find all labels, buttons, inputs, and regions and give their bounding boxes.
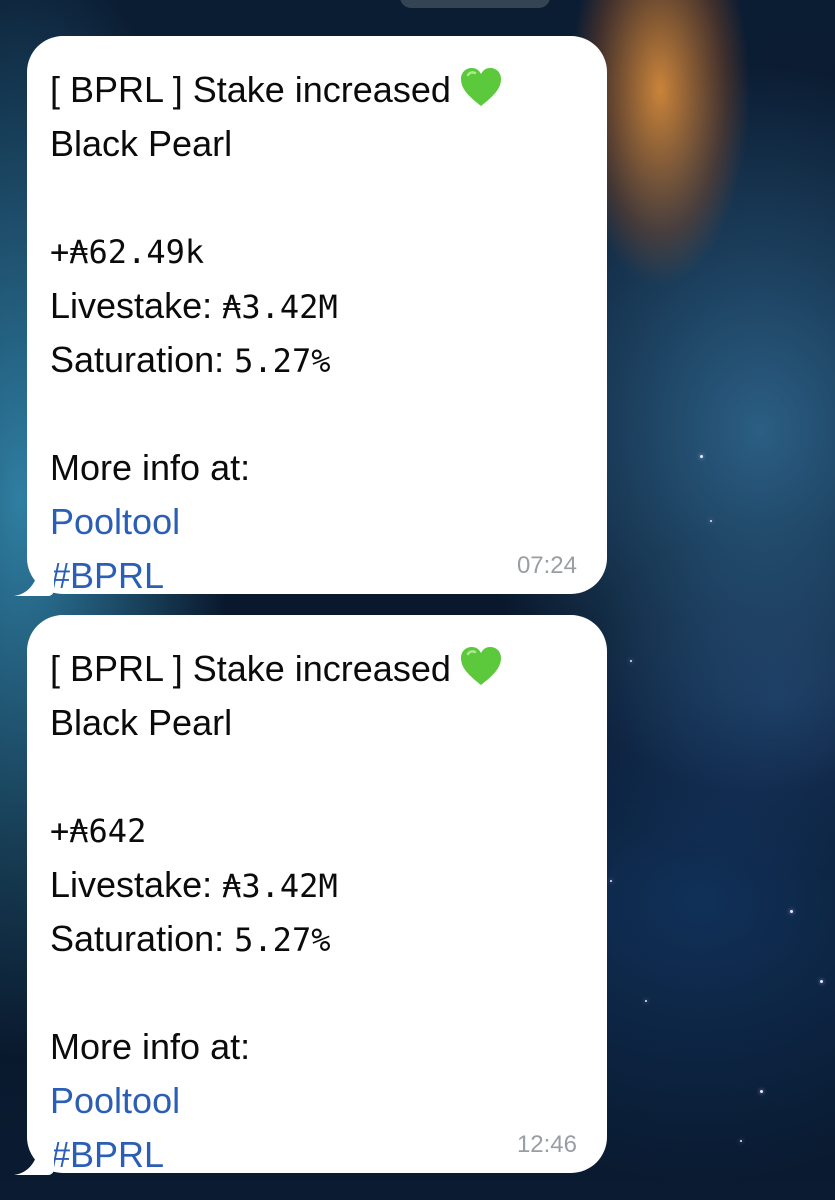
pool-name: Black Pearl xyxy=(50,123,233,164)
livestake-row: Livestake: ₳3.42M xyxy=(50,858,587,912)
bubble-tail xyxy=(14,566,54,596)
saturation-value: 5.27% xyxy=(234,342,331,380)
livestake-value: ₳3.42M xyxy=(222,867,338,905)
saturation-row: Saturation: 5.27% xyxy=(50,333,587,387)
livestake-value: ₳3.42M xyxy=(222,288,338,326)
message-time: 07:24 xyxy=(516,552,577,579)
pooltool-link[interactable]: Pooltool xyxy=(50,495,587,549)
saturation-label: Saturation: xyxy=(50,339,225,380)
message-bubble[interactable]: [ BPRL ] Stake increased Black Pearl +₳6… xyxy=(27,36,607,596)
livestake-label: Livestake: xyxy=(50,864,213,905)
saturation-value: 5.27% xyxy=(234,921,331,959)
more-info-label: More info at: xyxy=(50,447,251,488)
bubble-tail xyxy=(14,1145,54,1175)
saturation-label: Saturation: xyxy=(50,918,225,959)
livestake-label: Livestake: xyxy=(50,285,213,326)
top-scroll-pill xyxy=(400,0,550,8)
message-title-row: [ BPRL ] Stake increased xyxy=(50,642,587,696)
message-bubble[interactable]: [ BPRL ] Stake increased Black Pearl +₳6… xyxy=(27,615,607,1175)
green-heart-icon xyxy=(459,66,503,110)
hashtag-link[interactable]: #BPRL xyxy=(50,549,587,603)
hashtag-link[interactable]: #BPRL xyxy=(50,1128,587,1182)
stake-amount: +₳62.49k xyxy=(50,233,205,271)
more-info-label: More info at: xyxy=(50,1026,251,1067)
livestake-row: Livestake: ₳3.42M xyxy=(50,279,587,333)
message-time: 12:46 xyxy=(516,1131,577,1158)
stake-amount: +₳642 xyxy=(50,812,147,850)
message-title: [ BPRL ] Stake increased xyxy=(50,648,451,689)
green-heart-icon xyxy=(459,645,503,689)
pooltool-link[interactable]: Pooltool xyxy=(50,1074,587,1128)
message-title-row: [ BPRL ] Stake increased xyxy=(50,63,587,117)
pool-name: Black Pearl xyxy=(50,702,233,743)
saturation-row: Saturation: 5.27% xyxy=(50,912,587,966)
message-title: [ BPRL ] Stake increased xyxy=(50,69,451,110)
